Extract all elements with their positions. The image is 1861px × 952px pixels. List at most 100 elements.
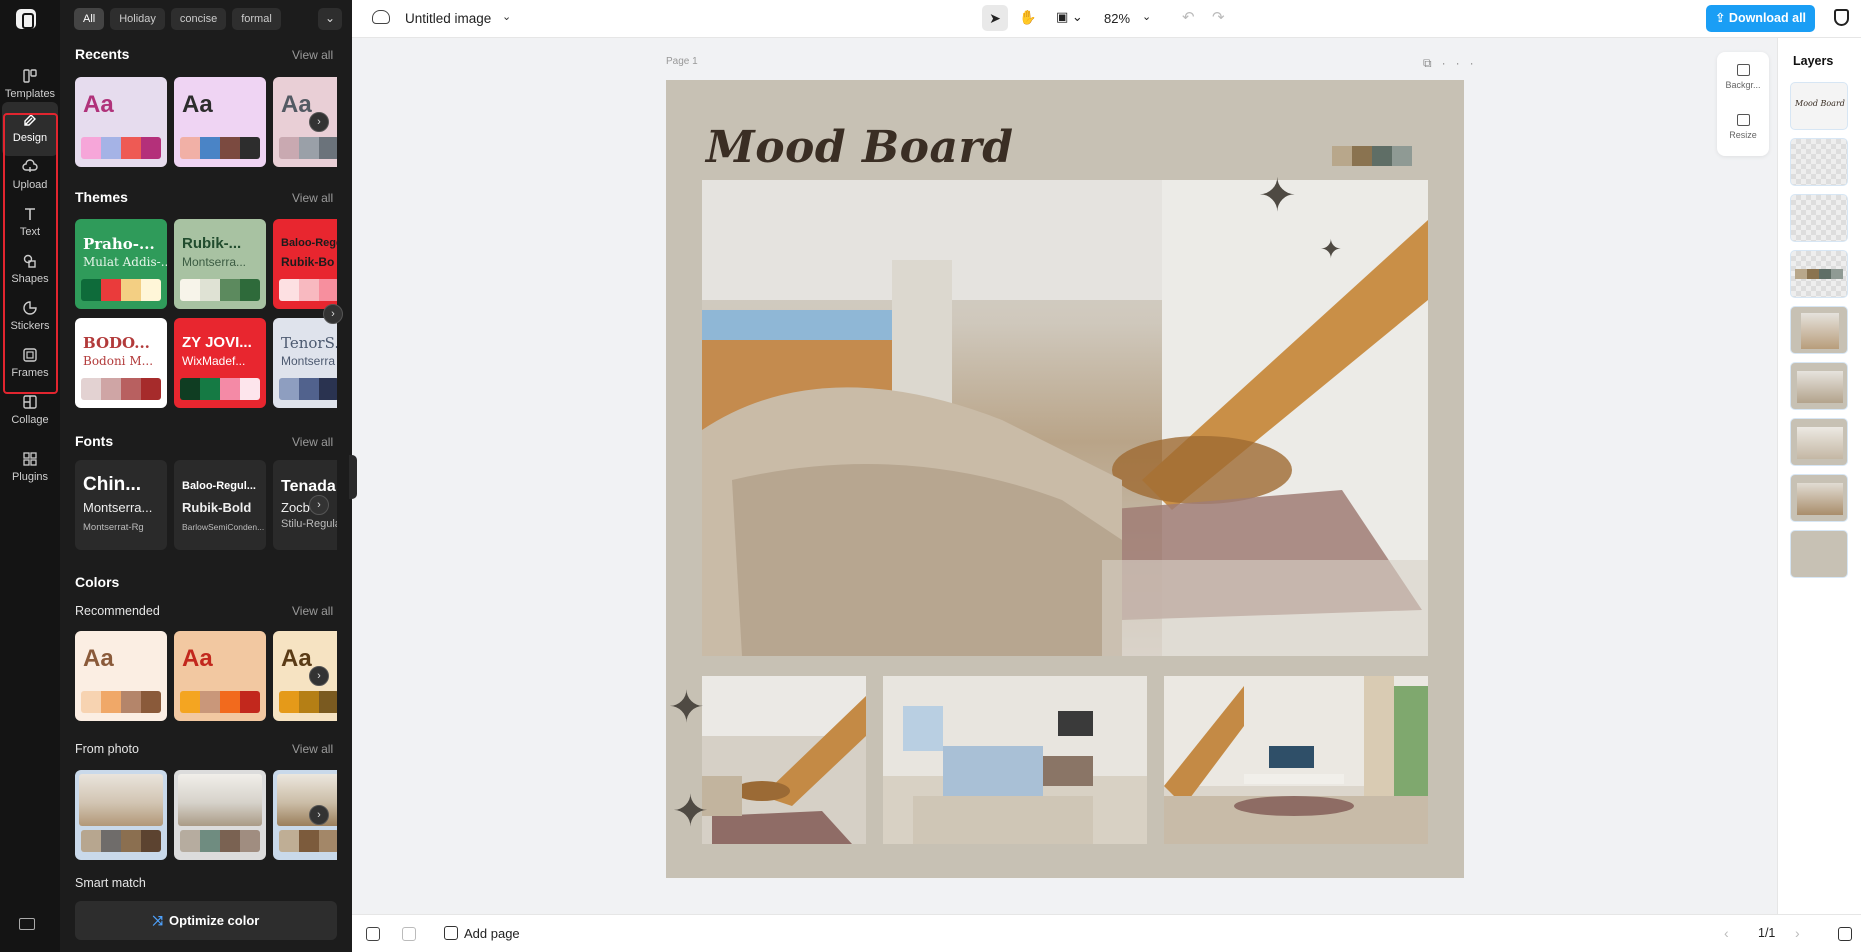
select-pointer-icon[interactable]: ➤ — [982, 5, 1008, 31]
rail-stickers[interactable]: Stickers — [2, 290, 58, 344]
app-logo[interactable] — [16, 9, 36, 29]
board-title[interactable]: Mood Board — [706, 122, 1013, 173]
layer-thumb-photo[interactable] — [1790, 306, 1848, 354]
photo-palette-card[interactable] — [75, 770, 167, 860]
background-tool[interactable]: Backgr... — [1717, 64, 1769, 90]
background-label: Backgr... — [1725, 80, 1761, 90]
theme-card[interactable]: BODO... Bodoni M... — [75, 318, 167, 408]
document-title[interactable]: Untitled image — [405, 11, 491, 26]
keyboard-icon[interactable] — [19, 918, 35, 930]
cloud-icon[interactable] — [372, 10, 390, 24]
chip-concise[interactable]: concise — [170, 8, 227, 30]
font-card[interactable]: Baloo-Regul... Rubik-Bold BarlowSemiCond… — [174, 460, 266, 550]
chip-holiday[interactable]: Holiday — [110, 8, 165, 30]
duplicate-page-icon[interactable]: ⧉ — [1423, 56, 1442, 70]
theme-card[interactable]: TenorS... Montserra — [273, 318, 337, 408]
theme-card[interactable]: Rubik-... Montserra... — [174, 219, 266, 309]
layer-thumb-title[interactable]: Mood Board — [1790, 82, 1848, 130]
layer-thumb-photo[interactable] — [1790, 362, 1848, 410]
rail-plugins[interactable]: Plugins — [2, 441, 58, 495]
layer-title-preview: Mood Board — [1795, 99, 1845, 108]
sparkle-sticker[interactable]: ✦ — [1320, 236, 1342, 262]
tv-room-photo[interactable] — [1164, 676, 1428, 844]
sparkle-sticker[interactable]: ✦ — [672, 790, 709, 834]
themes-view-all[interactable]: View all — [292, 191, 333, 205]
theme-card[interactable]: Praho-... Mulat Addis-... — [75, 219, 167, 309]
rail-text[interactable]: Text — [2, 196, 58, 250]
swatch-strip — [279, 691, 337, 713]
optimize-color-button[interactable]: ⤨ Optimize color — [75, 901, 337, 940]
next-page-icon[interactable]: › — [1795, 925, 1800, 941]
font-name: Chin... — [83, 474, 142, 495]
shapes-icon — [23, 254, 36, 268]
chevron-right-icon[interactable]: › — [309, 805, 329, 825]
pages-panel-icon[interactable] — [1838, 927, 1852, 941]
copy-page-icon[interactable] — [366, 927, 380, 941]
chevron-right-icon[interactable]: › — [323, 304, 343, 324]
rail-frames[interactable]: Frames — [2, 337, 58, 391]
stickers-icon — [23, 301, 37, 315]
photo-palette-card[interactable] — [174, 770, 266, 860]
rail-collage[interactable]: Collage — [2, 384, 58, 438]
layer-thumb-sparkle[interactable] — [1790, 138, 1848, 186]
prev-page-icon[interactable]: ‹ — [1724, 925, 1729, 941]
swatch-strip — [81, 378, 161, 400]
trash-icon[interactable] — [402, 927, 416, 941]
upload-icon — [22, 159, 38, 172]
color-card[interactable]: Aa — [75, 631, 167, 721]
bedroom-photo[interactable] — [883, 676, 1147, 844]
download-all-button[interactable]: ⇪ Download all — [1706, 5, 1815, 32]
plugins-icon — [23, 452, 37, 466]
more-options-icon[interactable]: ··· — [1442, 56, 1484, 70]
recent-card[interactable]: Aa — [174, 77, 266, 167]
layer-thumb-photo[interactable] — [1790, 474, 1848, 522]
page-options[interactable]: ⧉··· — [1423, 56, 1484, 71]
zoom-level[interactable]: 82% — [1104, 11, 1130, 26]
chevron-down-icon[interactable]: ⌄ — [502, 10, 511, 23]
layout-icon[interactable]: ▣ ⌄ — [1056, 9, 1083, 25]
rail-design[interactable]: Design — [2, 102, 58, 156]
hand-icon[interactable]: ✋ — [1019, 9, 1036, 26]
chip-formal[interactable]: formal — [232, 8, 281, 30]
mood-board-canvas[interactable]: Mood Board ✦ ✦ ✦ ✦ — [666, 80, 1464, 878]
layer-thumb-sparkle[interactable] — [1790, 194, 1848, 242]
layer-thumb-background[interactable] — [1790, 530, 1848, 578]
from-photo-view-all[interactable]: View all — [292, 742, 333, 756]
staircase-photo[interactable] — [702, 676, 866, 844]
undo-icon[interactable]: ↶ — [1182, 8, 1195, 26]
theme-card[interactable]: Baloo-Rege Rubik-Bo — [273, 219, 337, 309]
add-page-button[interactable]: Add page — [444, 926, 520, 941]
chevron-right-icon[interactable]: › — [309, 666, 329, 686]
font-caption: Stilu-Regula — [281, 518, 337, 530]
rail-shapes[interactable]: Shapes — [2, 243, 58, 297]
shield-icon[interactable] — [1834, 9, 1849, 26]
rail-upload[interactable]: Upload — [2, 149, 58, 203]
chevron-down-icon[interactable]: ⌄ — [1142, 10, 1151, 23]
chevron-down-icon[interactable]: ⌄ — [318, 8, 342, 30]
layer-thumb-photo[interactable] — [1790, 418, 1848, 466]
layer-thumb-palette[interactable] — [1790, 250, 1848, 298]
chevron-right-icon[interactable]: › — [309, 495, 329, 515]
rail-upload-label: Upload — [12, 179, 48, 191]
optimize-color-label: Optimize color — [169, 913, 260, 928]
recommended-view-all[interactable]: View all — [292, 604, 333, 618]
theme-name: ZY JOVI... — [182, 334, 252, 351]
filter-chips: All Holiday concise formal — [74, 8, 281, 30]
sparkle-sticker[interactable]: ✦ — [1258, 172, 1297, 218]
color-card[interactable]: Aa — [174, 631, 266, 721]
redo-icon[interactable]: ↷ — [1212, 8, 1225, 26]
recents-view-all[interactable]: View all — [292, 48, 333, 62]
rail-frames-label: Frames — [11, 367, 49, 379]
recent-card[interactable]: Aa — [75, 77, 167, 167]
fonts-view-all[interactable]: View all — [292, 435, 333, 449]
chip-all[interactable]: All — [74, 8, 105, 30]
panel-collapse-handle[interactable] — [349, 455, 357, 499]
font-card[interactable]: Chin... Montserra... Montserrat-Rg — [75, 460, 167, 550]
theme-card[interactable]: ZY JOVI... WixMadef... — [174, 318, 266, 408]
bottom-bar: Add page ‹ 1/1 › — [352, 914, 1861, 952]
color-palette[interactable] — [1332, 146, 1412, 166]
resize-tool[interactable]: Resize — [1717, 114, 1769, 140]
sparkle-sticker[interactable]: ✦ — [668, 686, 705, 730]
chevron-right-icon[interactable]: › — [309, 112, 329, 132]
swatch-strip — [81, 691, 161, 713]
